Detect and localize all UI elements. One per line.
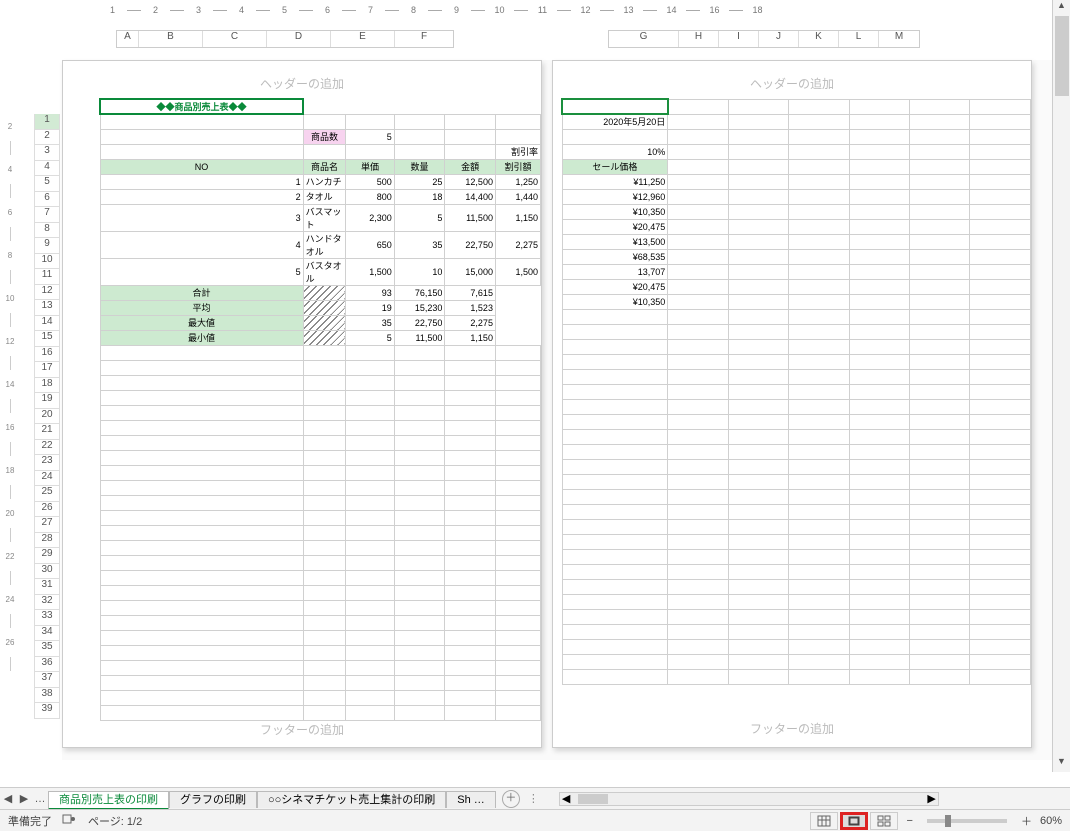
tab-nav-next[interactable]: ▶ (16, 792, 32, 805)
row-header-38[interactable]: 38 (34, 688, 60, 704)
row-header-31[interactable]: 31 (34, 579, 60, 595)
macro-record-icon[interactable] (62, 813, 76, 828)
status-ready: 準備完了 (8, 813, 52, 829)
col-header-M[interactable]: M (879, 31, 919, 47)
zoom-slider[interactable] (927, 819, 1007, 823)
col-header-J[interactable]: J (759, 31, 799, 47)
zoom-level[interactable]: 60% (1040, 815, 1062, 827)
page-break-view-button[interactable] (870, 812, 898, 830)
col-header-A[interactable]: A (117, 31, 139, 47)
row-header-25[interactable]: 25 (34, 486, 60, 502)
page-layout-workarea[interactable]: ヘッダーの追加 ◆◆商品別売上表◆◆商品数5割引率NO商品名単価数量金額割引額1… (62, 60, 1052, 760)
scroll-track[interactable] (1053, 16, 1070, 756)
row-header-2[interactable]: 2 (34, 130, 60, 146)
hscroll-right[interactable]: ▶ (927, 792, 935, 805)
row-header-27[interactable]: 27 (34, 517, 60, 533)
sheet-tab-0[interactable]: 商品別売上表の印刷 (48, 791, 169, 810)
row-header-29[interactable]: 29 (34, 548, 60, 564)
col-header-B[interactable]: B (139, 31, 203, 47)
row-header-16[interactable]: 16 (34, 347, 60, 363)
horizontal-ruler: 12345678910111213141618 (62, 0, 1052, 20)
sheet-tab-3[interactable]: Sh … (446, 791, 496, 808)
col-header-C[interactable]: C (203, 31, 267, 47)
col-header-H[interactable]: H (679, 31, 719, 47)
col-header-G[interactable]: G (609, 31, 679, 47)
row-header-7[interactable]: 7 (34, 207, 60, 223)
sheet-tab-2[interactable]: ○○シネマチケット売上集計の印刷 (257, 791, 446, 808)
new-sheet-button[interactable]: ＋ (502, 790, 520, 808)
footer-placeholder[interactable]: フッターの追加 (553, 720, 1031, 737)
scroll-down-button[interactable]: ▼ (1053, 756, 1070, 772)
page-1[interactable]: ヘッダーの追加 ◆◆商品別売上表◆◆商品数5割引率NO商品名単価数量金額割引額1… (62, 60, 542, 748)
row-header-5[interactable]: 5 (34, 176, 60, 192)
col-header-K[interactable]: K (799, 31, 839, 47)
col-header-D[interactable]: D (267, 31, 331, 47)
header-placeholder[interactable]: ヘッダーの追加 (63, 75, 541, 92)
row-header-28[interactable]: 28 (34, 533, 60, 549)
sheet-grid-page2[interactable]: 2020年5月20日10%セール価格¥11,250¥12,960¥10,350¥… (561, 98, 1031, 685)
row-header-26[interactable]: 26 (34, 502, 60, 518)
row-header-37[interactable]: 37 (34, 672, 60, 688)
row-header-21[interactable]: 21 (34, 424, 60, 440)
vertical-ruler: 2468101214161820222426 (0, 60, 20, 760)
row-header-4[interactable]: 4 (34, 161, 60, 177)
zoom-out-button[interactable]: − (907, 815, 913, 827)
page-2[interactable]: ヘッダーの追加 2020年5月20日10%セール価格¥11,250¥12,960… (552, 60, 1032, 748)
row-header-39[interactable]: 39 (34, 703, 60, 719)
sheet-tab-1[interactable]: グラフの印刷 (169, 791, 257, 808)
row-header-24[interactable]: 24 (34, 471, 60, 487)
status-bar: 準備完了 ページ: 1/2 − ＋ 60% (0, 809, 1070, 831)
row-header-17[interactable]: 17 (34, 362, 60, 378)
row-header-23[interactable]: 23 (34, 455, 60, 471)
tab-nav-prev[interactable]: ◀ (0, 792, 16, 805)
row-header-11[interactable]: 11 (34, 269, 60, 285)
row-header-20[interactable]: 20 (34, 409, 60, 425)
zoom-in-button[interactable]: ＋ (1021, 813, 1032, 829)
tab-scroll-sep: ⋮ (528, 792, 539, 805)
row-header-18[interactable]: 18 (34, 378, 60, 394)
sheet-grid-page1[interactable]: ◆◆商品別売上表◆◆商品数5割引率NO商品名単価数量金額割引額1ハンカチ5002… (99, 98, 541, 721)
col-header-L[interactable]: L (839, 31, 879, 47)
col-header-F[interactable]: F (395, 31, 453, 47)
row-header-35[interactable]: 35 (34, 641, 60, 657)
row-header-19[interactable]: 19 (34, 393, 60, 409)
title-cell[interactable]: ◆◆商品別売上表◆◆ (100, 99, 303, 114)
row-header-9[interactable]: 9 (34, 238, 60, 254)
row-header-33[interactable]: 33 (34, 610, 60, 626)
hscroll-left[interactable]: ◀ (562, 792, 570, 805)
column-headers: ABCDEF GHIJKLM (62, 30, 1052, 48)
row-header-10[interactable]: 10 (34, 254, 60, 270)
row-headers: 1234567891011121314151617181920212223242… (34, 60, 60, 719)
row-header-13[interactable]: 13 (34, 300, 60, 316)
row-header-30[interactable]: 30 (34, 564, 60, 580)
row-header-36[interactable]: 36 (34, 657, 60, 673)
footer-placeholder[interactable]: フッターの追加 (63, 721, 541, 738)
row-header-12[interactable]: 12 (34, 285, 60, 301)
col-header-E[interactable]: E (331, 31, 395, 47)
zoom-slider-thumb[interactable] (945, 815, 951, 827)
row-header-8[interactable]: 8 (34, 223, 60, 239)
page-layout-view-button[interactable] (840, 812, 868, 830)
col-header-I[interactable]: I (719, 31, 759, 47)
status-page: ページ: 1/2 (88, 813, 142, 829)
scroll-up-button[interactable]: ▲ (1053, 0, 1070, 16)
horizontal-scrollbar[interactable]: ◀ ▶ (559, 792, 939, 806)
header-placeholder[interactable]: ヘッダーの追加 (553, 75, 1031, 92)
tab-nav-more[interactable]: … (32, 793, 48, 805)
row-header-6[interactable]: 6 (34, 192, 60, 208)
row-header-14[interactable]: 14 (34, 316, 60, 332)
row-header-32[interactable]: 32 (34, 595, 60, 611)
sheet-tabs-bar: ◀ ▶ … 商品別売上表の印刷グラフの印刷○○シネマチケット売上集計の印刷Sh … (0, 787, 1070, 809)
row-header-3[interactable]: 3 (34, 145, 60, 161)
row-header-22[interactable]: 22 (34, 440, 60, 456)
row-header-34[interactable]: 34 (34, 626, 60, 642)
scroll-thumb[interactable] (1055, 16, 1069, 96)
row-header-15[interactable]: 15 (34, 331, 60, 347)
row-header-1[interactable]: 1 (34, 114, 60, 130)
vertical-scrollbar[interactable]: ▲ ▼ (1052, 0, 1070, 772)
normal-view-button[interactable] (810, 812, 838, 830)
hscroll-thumb[interactable] (578, 794, 608, 804)
